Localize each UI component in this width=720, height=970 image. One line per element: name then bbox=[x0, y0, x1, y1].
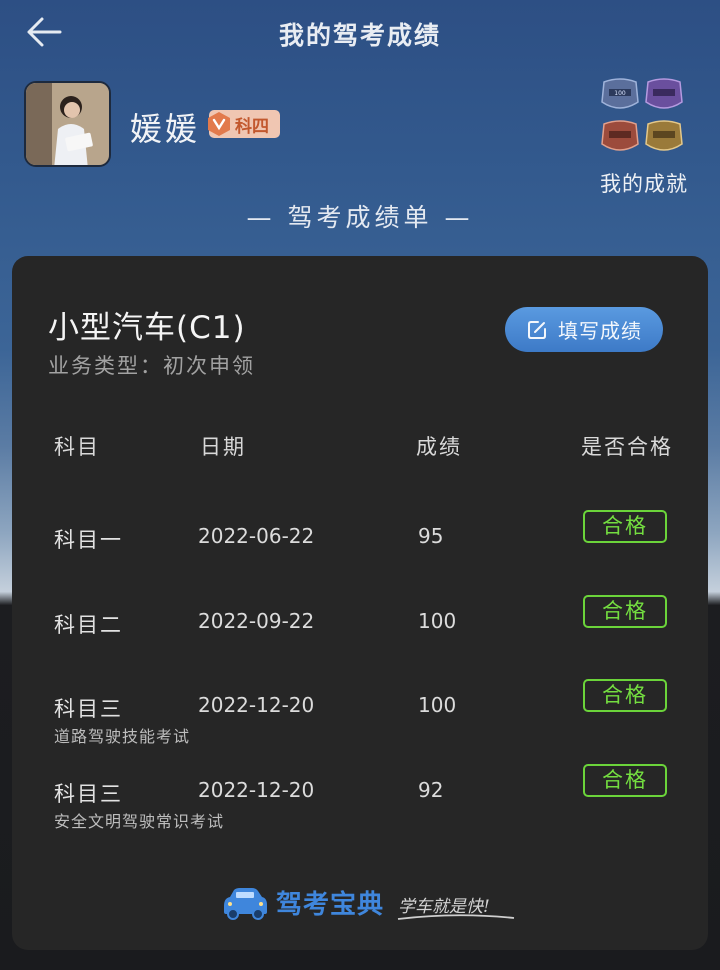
row-score: 95 bbox=[418, 524, 444, 548]
column-header-score: 成绩 bbox=[416, 435, 462, 459]
row-date: 2022-09-22 bbox=[198, 609, 315, 633]
column-header-subject: 科目 bbox=[54, 435, 100, 459]
brand-name: 驾考宝典 bbox=[276, 890, 385, 920]
table-row: 科目三 2022-12-20 92 安全文明驾驶常识考试 合格 bbox=[12, 764, 708, 848]
car-logo-icon bbox=[224, 888, 267, 920]
car-type-title: 小型汽车(C1) bbox=[48, 310, 246, 346]
row-subject: 科目三 bbox=[54, 782, 123, 806]
table-row: 科目三 2022-12-20 100 道路驾驶技能考试 合格 bbox=[12, 679, 708, 763]
page-title: 我的驾考成绩 bbox=[278, 21, 441, 50]
score-sheet-title: — 驾考成绩单 — bbox=[246, 203, 474, 232]
pass-badge: 合格 bbox=[583, 595, 667, 628]
fill-score-label: 填写成绩 bbox=[558, 319, 642, 343]
achievements-button[interactable]: 100 我的成就 bbox=[596, 76, 692, 196]
table-row: 科目一 2022-06-22 95 合格 bbox=[12, 510, 708, 594]
row-subject: 科目三 bbox=[54, 697, 123, 721]
row-subject: 科目一 bbox=[54, 528, 123, 552]
fill-score-button[interactable]: 填写成绩 bbox=[505, 307, 663, 352]
row-date: 2022-12-20 bbox=[198, 778, 315, 802]
top-bar: 我的驾考成绩 bbox=[0, 0, 720, 64]
score-card: 小型汽车(C1) 业务类型：初次申领 填写成绩 科目 日期 成绩 是否合格 科目… bbox=[12, 256, 708, 950]
brand-footer: 驾考宝典 学车就是快! bbox=[220, 884, 520, 924]
row-date: 2022-12-20 bbox=[198, 693, 315, 717]
row-score: 100 bbox=[418, 693, 457, 717]
row-score: 100 bbox=[418, 609, 457, 633]
row-note: 安全文明驾驶常识考试 bbox=[54, 812, 225, 831]
row-score: 92 bbox=[418, 778, 444, 802]
swoosh-decoration-icon bbox=[397, 914, 515, 920]
pass-badge: 合格 bbox=[583, 764, 667, 797]
column-header-date: 日期 bbox=[200, 435, 246, 459]
achievements-label: 我的成就 bbox=[600, 172, 688, 196]
business-type-label: 业务类型：初次申领 bbox=[48, 354, 255, 378]
medal-1-text: 100 bbox=[614, 90, 626, 97]
level-badge: 科四 bbox=[208, 110, 280, 138]
avatar-photo bbox=[26, 83, 109, 165]
pass-badge: 合格 bbox=[583, 679, 667, 712]
row-note: 道路驾驶技能考试 bbox=[54, 727, 191, 746]
row-date: 2022-06-22 bbox=[198, 524, 315, 548]
achievement-medals-icon: 100 bbox=[601, 78, 683, 151]
pass-badge: 合格 bbox=[583, 510, 667, 543]
edit-icon bbox=[528, 320, 546, 339]
avatar[interactable] bbox=[24, 81, 111, 167]
level-badge-text: 科四 bbox=[235, 116, 269, 137]
row-subject: 科目二 bbox=[54, 613, 123, 637]
level-hex-icon bbox=[208, 112, 230, 136]
column-header-passed: 是否合格 bbox=[581, 435, 673, 459]
username: 媛媛 bbox=[130, 110, 201, 148]
table-row: 科目二 2022-09-22 100 合格 bbox=[12, 595, 708, 679]
